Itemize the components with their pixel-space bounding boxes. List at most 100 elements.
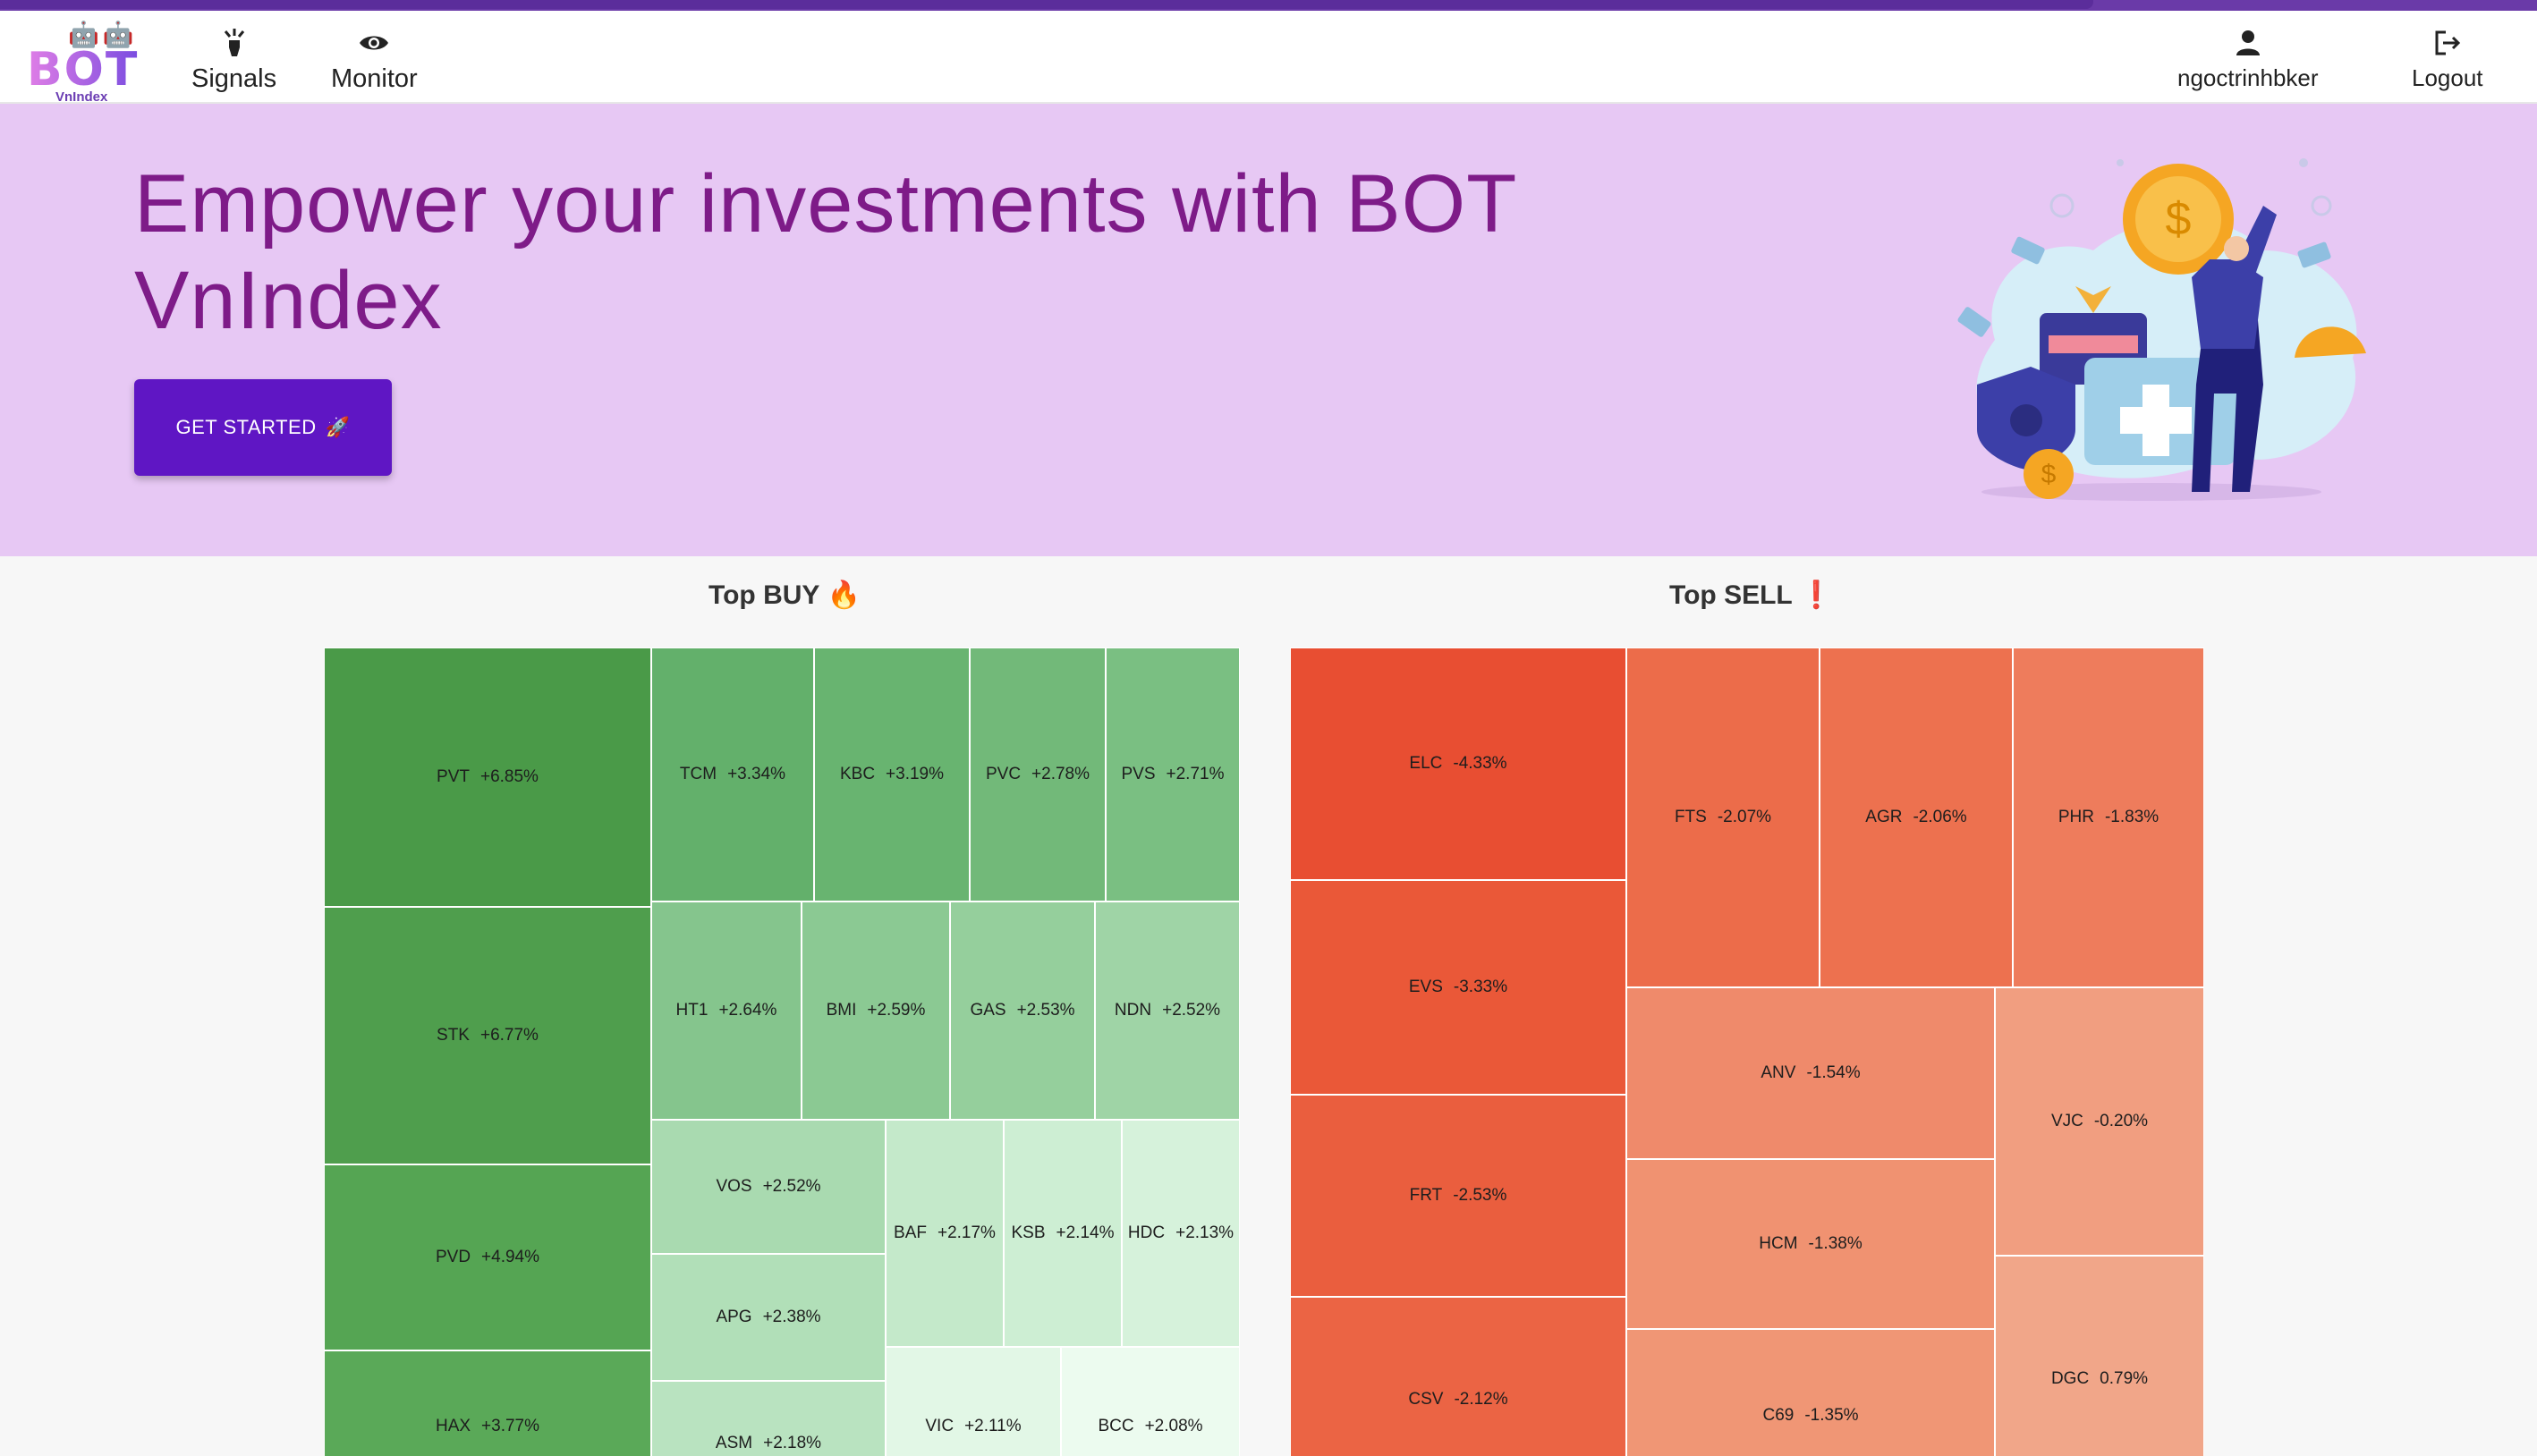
ticker-code: BAF [894,1223,927,1242]
ticker-change: +3.19% [886,765,945,783]
ticker-code: ANV [1761,1063,1796,1082]
ticker-code: C69 [1762,1406,1795,1425]
ticker-change: +2.64% [718,1001,777,1020]
buy-cell-ht1[interactable]: HT1 +2.64% [651,902,802,1120]
buy-cell-vos[interactable]: VOS +2.52% [651,1120,886,1254]
nav-signals[interactable]: Signals [191,25,276,97]
top-sell-title: Top SELL ❗ [1669,580,1833,611]
ticker-code: KBC [839,765,876,783]
top-buy-title: Top BUY 🔥 [708,580,861,611]
sell-cell-vjc[interactable]: VJC -0.20% [1995,987,2204,1256]
buy-cell-kbc[interactable]: KBC +3.19% [814,648,970,902]
buy-cell-asm[interactable]: ASM +2.18% [651,1381,886,1456]
ticker-change: -2.06% [1913,808,1967,826]
ticker-change: +2.53% [1016,1001,1075,1020]
ticker-change: +6.77% [479,1026,539,1045]
buy-cell-hax[interactable]: HAX +3.77% [324,1350,651,1456]
nav-user[interactable]: ngoctrinhbker [2177,25,2319,97]
nav-logout-label: Logout [2412,64,2483,91]
ticker-change: -0.20% [2093,1112,2149,1130]
ticker-change: -1.35% [1804,1406,1859,1425]
buy-cell-ksb[interactable]: KSB +2.14% [1004,1120,1122,1347]
fire-icon: 🔥 [827,580,861,610]
get-started-label: GET STARTED [175,416,317,438]
sell-cell-evs[interactable]: EVS -3.33% [1290,880,1626,1095]
ticker-code: VOS [716,1177,752,1196]
sell-cell-frt[interactable]: FRT -2.53% [1290,1095,1626,1297]
buy-cell-pvc[interactable]: PVC +2.78% [970,648,1106,902]
ticker-code: CSV [1408,1390,1444,1409]
sell-cell-phr[interactable]: PHR -1.83% [2013,648,2204,987]
buy-cell-bcc[interactable]: BCC +2.08% [1061,1347,1240,1456]
ticker-code: PVC [985,765,1022,783]
ticker-code: PVD [435,1248,471,1266]
ticker-change: +2.59% [867,1001,926,1020]
ticker-code: STK [437,1026,470,1045]
ticker-code: VJC [2050,1112,2083,1130]
ticker-change: -2.12% [1454,1390,1508,1409]
buy-cell-stk[interactable]: STK +6.77% [324,907,651,1164]
ticker-code: FTS [1674,808,1707,826]
ticker-change: +2.14% [1056,1223,1115,1242]
buy-cell-baf[interactable]: BAF +2.17% [886,1120,1004,1347]
brand-name: BOT [27,43,140,97]
ticker-code: PVT [437,767,470,786]
sell-cell-anv[interactable]: ANV -1.54% [1626,987,1995,1159]
ticker-code: FRT [1409,1186,1443,1205]
get-started-button[interactable]: GET STARTED 🚀 [134,379,392,476]
sell-cell-hcm[interactable]: HCM -1.38% [1626,1159,1995,1329]
sell-cell-dgc[interactable]: DGC 0.79% [1995,1256,2204,1456]
buy-cell-apg[interactable]: APG +2.38% [651,1254,886,1381]
nav-logout[interactable]: Logout [2412,25,2483,97]
ticker-code: ASM [715,1434,753,1452]
buy-cell-tcm[interactable]: TCM +3.34% [651,648,814,902]
ticker-code: GAS [970,1001,1006,1020]
ticker-code: PVS [1121,765,1156,783]
ticker-code: AGR [1865,808,1903,826]
sell-cell-fts[interactable]: FTS -2.07% [1626,648,1820,987]
buy-cell-bmi[interactable]: BMI +2.59% [802,902,950,1120]
ticker-change: +2.08% [1144,1417,1203,1435]
sell-cell-csv[interactable]: CSV -2.12% [1290,1297,1626,1456]
ticker-change: -2.53% [1453,1186,1507,1205]
buy-cell-vic[interactable]: VIC +2.11% [886,1347,1061,1456]
nav-monitor[interactable]: Monitor [331,25,418,97]
ticker-change: +2.52% [1162,1001,1221,1020]
ticker-code: KSB [1011,1223,1046,1242]
buy-cell-hdc[interactable]: HDC +2.13% [1122,1120,1240,1347]
sell-cell-c69[interactable]: C69 -1.35% [1626,1329,1995,1456]
ticker-code: EVS [1408,978,1443,996]
buy-cell-pvs[interactable]: PVS +2.71% [1106,648,1240,902]
sell-cell-agr[interactable]: AGR -2.06% [1820,648,2013,987]
sell-cell-elc[interactable]: ELC -4.33% [1290,648,1626,880]
buy-cell-pvd[interactable]: PVD +4.94% [324,1164,651,1350]
ticker-change: +2.38% [762,1308,821,1326]
ticker-code: HCM [1759,1234,1798,1253]
buy-cell-gas[interactable]: GAS +2.53% [950,902,1095,1120]
ticker-change: +2.18% [763,1434,822,1452]
flashlight-icon [222,25,247,61]
investment-illustration: $ $ [1957,158,2366,501]
top-sell-treemap: ELC -4.33% EVS -3.33% FRT -2.53% CSV -2.12% FTS -… [1290,648,2204,1456]
top-buy-title-text: Top BUY [708,580,820,610]
ticker-change: +6.85% [479,767,539,786]
ticker-change: -1.38% [1808,1234,1862,1253]
brand-logo[interactable]: 🤖🤖 BOT VnIndex [25,18,140,105]
eye-icon [359,25,389,61]
navbar: 🤖🤖 BOT VnIndex Signals Monitor ngoctrinh… [0,11,2537,105]
ticker-change: -1.54% [1806,1063,1861,1082]
top-buy-treemap: PVT +6.85% STK +6.77% PVD +4.94% HAX +3.77% TCM +… [324,648,1240,1456]
ticker-code: HDC [1127,1223,1166,1242]
logout-icon [2433,25,2462,61]
ticker-code: DGC [2050,1369,2090,1388]
hero-title: Empower your investments with BOT VnInde… [134,158,1516,346]
ticker-code: NDN [1114,1001,1152,1020]
ticker-code: BCC [1098,1417,1134,1435]
exclamation-icon: ❗ [1799,580,1834,610]
ticker-code: HAX [435,1417,471,1435]
ticker-code: BMI [826,1001,857,1020]
nav-user-label: ngoctrinhbker [2177,64,2319,91]
buy-cell-pvt[interactable]: PVT +6.85% [324,648,651,907]
ticker-code: TCM [679,765,717,783]
buy-cell-ndn[interactable]: NDN +2.52% [1095,902,1240,1120]
